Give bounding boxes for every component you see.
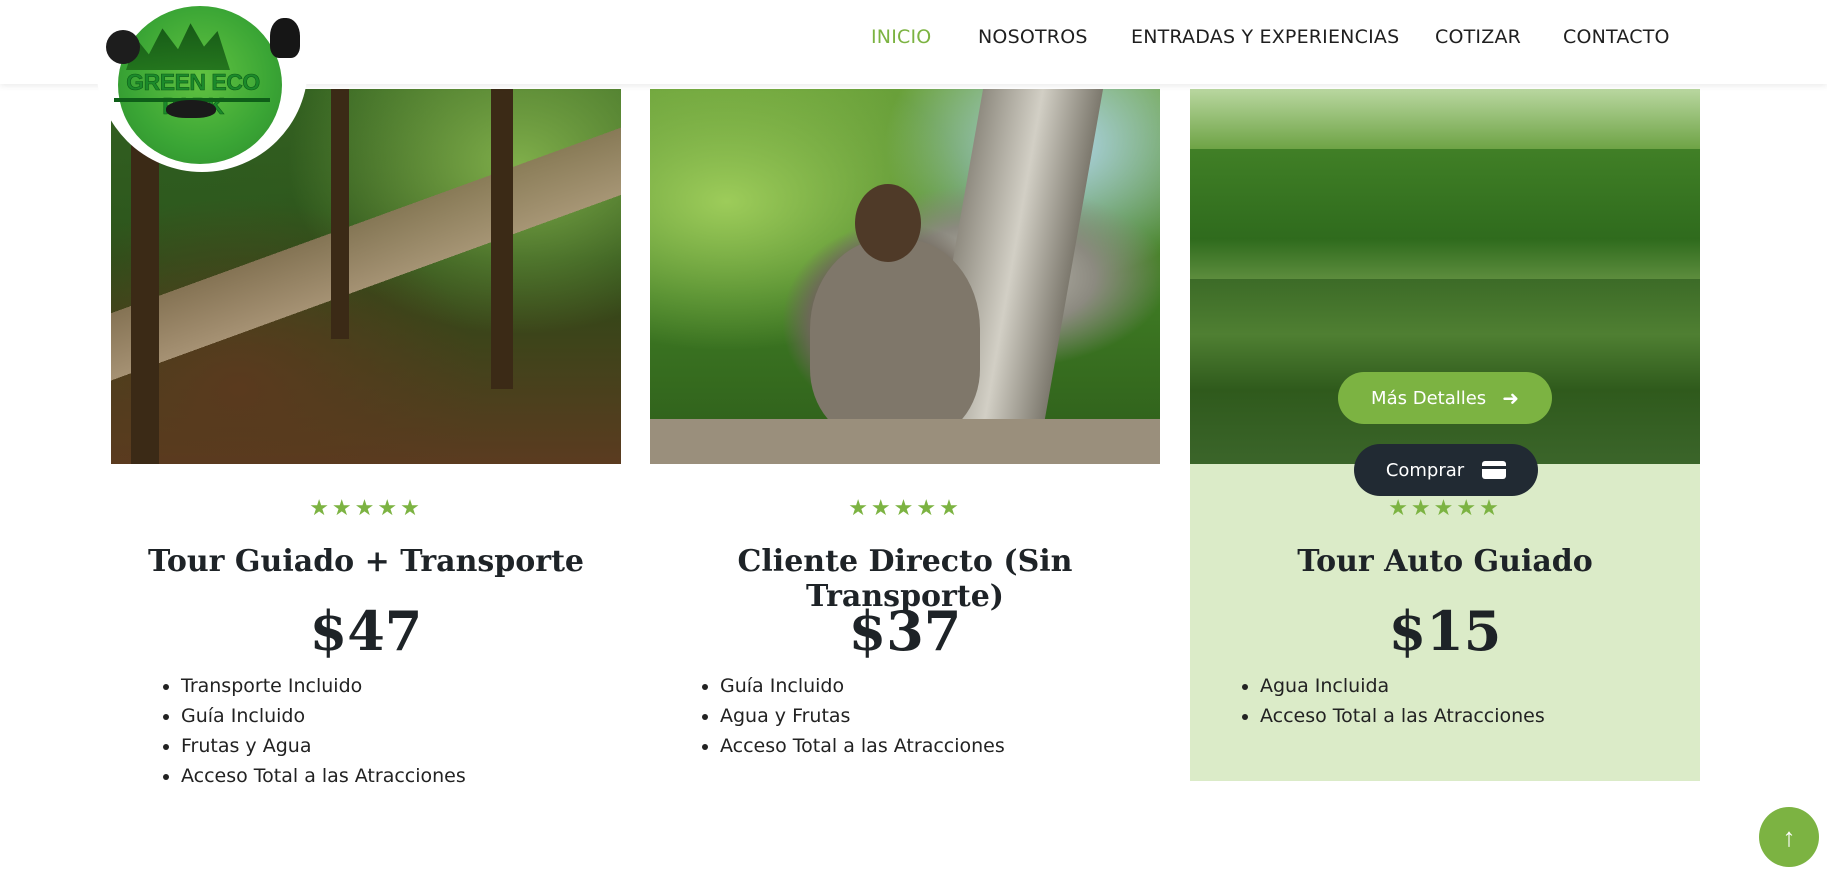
sloth-face bbox=[855, 184, 921, 262]
card-title: Tour Auto Guiado bbox=[1297, 544, 1593, 579]
card-price: $37 bbox=[848, 599, 962, 663]
sky bbox=[1190, 89, 1700, 149]
card-title: Tour Guiado + Transporte bbox=[147, 544, 585, 579]
tour-card-self-guided: Más Detalles ➜ Comprar ★★★★★ Tour Auto G… bbox=[1190, 89, 1700, 781]
sloth-body bbox=[810, 239, 980, 439]
card-price: $47 bbox=[309, 599, 423, 663]
jungle-lake-image[interactable]: Más Detalles ➜ bbox=[1190, 89, 1700, 464]
feature-item: Frutas y Agua bbox=[181, 731, 466, 761]
feature-item: Agua Incluida bbox=[1260, 671, 1545, 701]
tour-card-direct-client: ★★★★★ Cliente Directo (Sin Transporte) $… bbox=[650, 89, 1160, 781]
rating-stars-icon: ★★★★★ bbox=[848, 496, 962, 521]
nav-contacto[interactable]: CONTACTO bbox=[1563, 26, 1670, 48]
feature-item: Acceso Total a las Atracciones bbox=[720, 731, 1005, 761]
rating-stars-icon: ★★★★★ bbox=[309, 496, 423, 521]
feature-item: Guía Incluido bbox=[720, 671, 1005, 701]
buy-button[interactable]: Comprar bbox=[1354, 444, 1538, 496]
arrow-up-icon: ↑ bbox=[1782, 821, 1796, 852]
feature-item: Acceso Total a las Atracciones bbox=[181, 761, 466, 791]
feature-item: Acceso Total a las Atracciones bbox=[1260, 701, 1545, 731]
nav-nosotros[interactable]: NOSOTROS bbox=[978, 26, 1088, 48]
feature-list: Agua Incluida Acceso Total a las Atracci… bbox=[1240, 671, 1545, 731]
buy-label: Comprar bbox=[1385, 459, 1465, 481]
logo-sloth-icon bbox=[106, 30, 140, 64]
scroll-to-top-button[interactable]: ↑ bbox=[1759, 807, 1819, 867]
tree-trunk bbox=[491, 89, 513, 389]
feature-item: Guía Incluido bbox=[181, 701, 466, 731]
feature-item: Agua y Frutas bbox=[720, 701, 1005, 731]
more-details-button[interactable]: Más Detalles ➜ bbox=[1338, 372, 1552, 424]
feature-item: Transporte Incluido bbox=[181, 671, 466, 701]
feature-list: Transporte Incluido Guía Incluido Frutas… bbox=[161, 671, 466, 791]
branch bbox=[650, 419, 1160, 464]
credit-card-icon bbox=[1482, 461, 1507, 479]
tour-card-guided-transport: ★★★★★ Tour Guiado + Transporte $47 Trans… bbox=[111, 89, 621, 787]
arrow-right-icon: ➜ bbox=[1502, 386, 1519, 410]
logo-crocodile-icon bbox=[166, 100, 216, 118]
rating-stars-icon: ★★★★★ bbox=[1388, 496, 1502, 521]
logo-monkey-icon bbox=[270, 18, 300, 58]
sloth-image[interactable] bbox=[650, 89, 1160, 464]
nav-inicio[interactable]: INICIO bbox=[871, 26, 931, 48]
more-details-label: Más Detalles bbox=[1371, 387, 1487, 409]
nav-cotizar[interactable]: COTIZAR bbox=[1435, 26, 1521, 48]
card-price: $15 bbox=[1388, 599, 1502, 663]
feature-list: Guía Incluido Agua y Frutas Acceso Total… bbox=[700, 671, 1005, 761]
nav-entradas-experiencias[interactable]: ENTRADAS Y EXPERIENCIAS bbox=[1131, 26, 1399, 48]
tree-trunk bbox=[331, 89, 349, 339]
